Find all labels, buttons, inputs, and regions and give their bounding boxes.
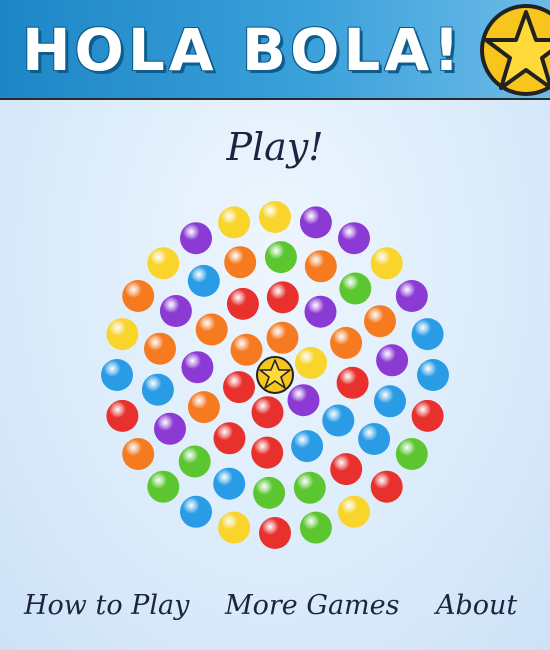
red-ball[interactable] <box>251 436 284 469</box>
blue-ball[interactable] <box>180 495 212 528</box>
board-canvas <box>101 201 449 549</box>
purple-ball[interactable] <box>181 351 214 384</box>
green-ball[interactable] <box>253 476 286 509</box>
yellow-ball[interactable] <box>106 318 139 351</box>
purple-ball[interactable] <box>154 412 186 445</box>
about-link[interactable]: About <box>436 590 517 621</box>
blue-ball[interactable] <box>417 359 449 391</box>
purple-ball[interactable] <box>376 344 409 377</box>
orange-ball[interactable] <box>304 250 337 283</box>
yellow-ball[interactable] <box>338 495 370 528</box>
red-ball[interactable] <box>266 281 299 314</box>
blue-ball[interactable] <box>374 385 406 418</box>
orange-ball[interactable] <box>144 332 176 365</box>
red-ball[interactable] <box>223 371 255 404</box>
green-ball[interactable] <box>299 511 332 544</box>
green-ball[interactable] <box>178 445 211 478</box>
orange-ball[interactable] <box>122 280 155 312</box>
blue-ball[interactable] <box>213 467 246 500</box>
purple-ball[interactable] <box>338 222 370 255</box>
blue-ball[interactable] <box>322 404 355 437</box>
yellow-ball[interactable] <box>259 201 291 233</box>
yellow-ball[interactable] <box>147 247 180 280</box>
green-ball[interactable] <box>147 470 180 503</box>
purple-ball[interactable] <box>299 206 332 239</box>
orange-ball[interactable] <box>266 321 299 354</box>
green-ball[interactable] <box>293 471 326 504</box>
orange-ball[interactable] <box>364 305 396 338</box>
red-ball[interactable] <box>226 287 259 320</box>
how-to-play-link[interactable]: How to Play <box>24 590 189 621</box>
yellow-ball[interactable] <box>218 206 251 239</box>
blue-ball[interactable] <box>141 373 174 406</box>
green-ball[interactable] <box>395 438 428 470</box>
red-ball[interactable] <box>251 396 284 429</box>
orange-ball[interactable] <box>122 438 155 470</box>
purple-ball[interactable] <box>180 222 212 255</box>
center-star-icon[interactable] <box>256 356 294 394</box>
yellow-ball[interactable] <box>295 346 327 379</box>
game-board <box>0 0 550 650</box>
green-ball[interactable] <box>339 272 372 305</box>
red-ball[interactable] <box>106 399 139 432</box>
more-games-link[interactable]: More Games <box>225 590 399 621</box>
red-ball[interactable] <box>330 453 363 486</box>
orange-ball[interactable] <box>195 313 228 346</box>
red-ball[interactable] <box>411 399 444 432</box>
orange-ball[interactable] <box>230 333 263 366</box>
red-ball[interactable] <box>213 422 246 455</box>
blue-ball[interactable] <box>187 264 220 297</box>
blue-ball[interactable] <box>411 318 444 351</box>
green-ball[interactable] <box>264 241 297 274</box>
red-ball[interactable] <box>370 470 403 503</box>
blue-ball[interactable] <box>358 423 391 455</box>
yellow-ball[interactable] <box>218 511 251 544</box>
orange-ball[interactable] <box>224 246 257 279</box>
blue-ball[interactable] <box>101 359 133 391</box>
orange-ball[interactable] <box>330 326 363 359</box>
purple-ball[interactable] <box>287 384 320 417</box>
yellow-ball[interactable] <box>370 247 403 280</box>
purple-ball[interactable] <box>304 295 337 328</box>
purple-ball[interactable] <box>159 295 192 327</box>
blue-ball[interactable] <box>291 430 324 463</box>
red-ball[interactable] <box>259 517 291 549</box>
purple-ball[interactable] <box>395 280 428 312</box>
red-ball[interactable] <box>336 366 369 399</box>
orange-ball[interactable] <box>187 391 220 424</box>
